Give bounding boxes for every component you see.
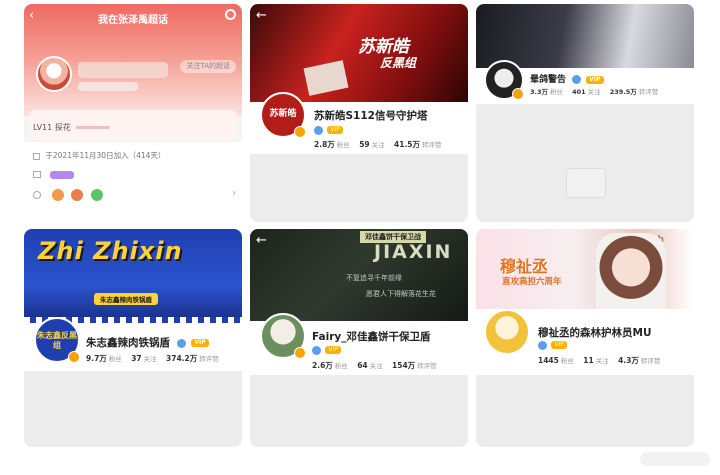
calendar-icon xyxy=(33,152,40,160)
vip-badge: VIP xyxy=(325,346,341,354)
medal-icons xyxy=(33,189,103,201)
supertopic-card-dengjiaxin[interactable]: ← 邓佳鑫饼干保卫战 JIAXIN 不复追寻千年前缘 愿君人下得解落花生花 Fa… xyxy=(250,229,468,447)
follow-button[interactable]: 关注TA的超话 xyxy=(180,60,236,73)
verified-icon xyxy=(314,125,323,135)
banner-image xyxy=(476,4,694,68)
medal-icon xyxy=(51,189,64,201)
blurred-username-2 xyxy=(78,82,138,91)
blurred-username xyxy=(78,62,168,78)
gear-icon[interactable] xyxy=(225,9,236,20)
vip-badge: VIP xyxy=(551,341,567,349)
banner-title: 穆祉丞 xyxy=(500,257,549,276)
verified-badge-icon xyxy=(512,88,524,100)
verified-icon xyxy=(176,338,186,348)
supertopic-name: 朱志鑫辣肉铁锅盾 VIP xyxy=(86,335,209,350)
purple-badge xyxy=(49,170,74,179)
supertopic-card-suxinhao[interactable]: ← 苏新皓 反黑组 苏新皓 苏新皓S112信号守护塔 VIP 2.8万 粉丝 59… xyxy=(250,4,468,222)
stats-row: 3.3万 粉丝 401 关注 239.5万 转评赞 xyxy=(530,88,659,96)
medal-icon xyxy=(90,189,103,201)
banner-title: JIAXIN xyxy=(374,241,453,263)
stats-row: 2.8万 粉丝 59 关注 41.5万 转评赞 xyxy=(314,140,442,149)
supertopic-card-zhuzhixin[interactable]: Zhi Zhixin 朱志鑫辣肉铁锅盾 朱志鑫反黑组 朱志鑫辣肉铁锅盾 VIP … xyxy=(24,229,242,447)
verified-icon xyxy=(572,75,582,84)
placeholder-icon xyxy=(566,168,606,198)
back-arrow-icon[interactable]: ← xyxy=(256,8,267,23)
settings-icon xyxy=(33,191,41,199)
verified-icon xyxy=(538,340,547,350)
banner-subtitle: 反黑组 xyxy=(380,56,417,70)
supertopic-name: 晕鸽警告 VIP xyxy=(530,72,604,85)
card-icon xyxy=(33,171,41,178)
join-date: 于2021年11月30日加入（414天） xyxy=(33,150,165,161)
banner-subtitle: 朱志鑫辣肉铁锅盾 xyxy=(94,293,158,305)
banner-photo xyxy=(596,233,666,319)
stats-row: 2.6万 粉丝 64 关注 154万 转评赞 xyxy=(312,361,437,370)
banner-line-1: 不复追寻千年前缘 xyxy=(346,274,402,282)
badge-row: VIP xyxy=(314,125,343,135)
level-label: LV11 探花 xyxy=(33,122,111,133)
chevron-right-icon[interactable]: › xyxy=(232,188,236,199)
vip-badge: VIP xyxy=(327,126,343,134)
supertopic-name: Fairy_邓佳鑫饼干保卫盾 xyxy=(312,331,431,343)
avatar[interactable] xyxy=(36,56,72,92)
supertopic-card-yunge[interactable]: 晕鸽警告 VIP 3.3万 粉丝 401 关注 239.5万 转评赞 xyxy=(476,4,694,222)
banner-line-2: 愿君人下得解落花生花 xyxy=(366,290,436,298)
supertopic-name: 穆祉丞的森林护林员MU xyxy=(538,327,652,339)
verified-badge-icon xyxy=(294,347,306,359)
badge-row: VIP xyxy=(312,345,341,355)
medal-row xyxy=(33,170,74,179)
supertopic-card-muzhicheng[interactable]: 6th 穆祉丞 直攻高担六周年 穆祉丞的森林护林员MU VIP 1445粉丝 1… xyxy=(476,229,694,447)
banner-title: Zhi Zhixin xyxy=(38,237,183,265)
stats-row: 9.7万 粉丝 37 关注 374.2万 转评赞 xyxy=(86,354,219,363)
banner-subtitle: 直攻高担六周年 xyxy=(502,277,562,287)
weibo-watermark xyxy=(640,452,710,466)
avatar[interactable] xyxy=(484,309,530,355)
stats-row: 1445 粉丝 11 关注 4.3万 转评赞 xyxy=(538,356,661,365)
verified-icon xyxy=(312,345,321,355)
back-arrow-icon[interactable]: ← xyxy=(256,233,267,248)
supertopic-name: 苏新皓S112信号守护塔 xyxy=(314,110,428,122)
level-progress-bar xyxy=(76,126,111,129)
verified-badge-icon xyxy=(294,126,306,138)
verified-badge-icon xyxy=(68,351,80,363)
supertopic-card-zhangzeyu[interactable]: ‹ 我在张泽禹超话 关注TA的超话 LV11 探花 于2021年11月30日加入… xyxy=(24,4,242,220)
vip-badge: VIP xyxy=(191,339,209,347)
page-title: 我在张泽禹超话 xyxy=(98,15,168,26)
medal-icon xyxy=(71,189,84,201)
vip-badge: VIP xyxy=(586,75,604,84)
badge-row: VIP xyxy=(538,340,567,350)
